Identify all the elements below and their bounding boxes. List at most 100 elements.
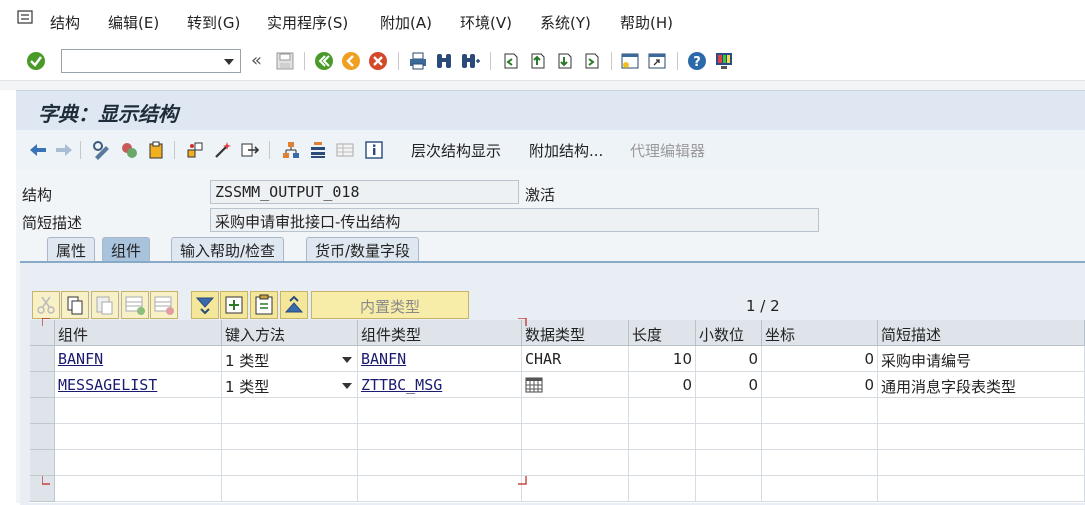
last-page-icon[interactable] [581, 51, 601, 71]
menu-icon[interactable] [17, 10, 33, 24]
table-cell-length[interactable]: 0 [629, 372, 696, 398]
column-header-decimals[interactable]: 小数位 [696, 320, 762, 346]
insert-row-button[interactable] [121, 291, 149, 319]
help-icon[interactable]: ? [687, 51, 707, 71]
arrow-left-icon[interactable] [28, 140, 48, 160]
table-cell-description[interactable]: 采购申请编号 [878, 346, 1085, 372]
check-icon[interactable] [26, 51, 46, 71]
object-list-icon[interactable] [186, 140, 206, 160]
menu-item-utilities[interactable]: 实用程序(S) [267, 12, 348, 33]
table-cell-decimals[interactable]: 0 [696, 346, 762, 372]
structure-icon[interactable] [308, 140, 328, 160]
empty-cell[interactable] [762, 476, 878, 502]
structure-label: 结构 [22, 186, 53, 204]
navigate-icon[interactable] [240, 140, 260, 160]
menu-item-help[interactable]: 帮助(H) [620, 12, 673, 33]
insert-field-button[interactable] [220, 291, 248, 319]
customize-layout-icon[interactable] [714, 51, 734, 71]
activate-icon[interactable] [119, 140, 139, 160]
empty-cell[interactable] [762, 450, 878, 476]
empty-cell[interactable] [629, 424, 696, 450]
delete-row-button[interactable] [150, 291, 178, 319]
chevron-down-icon[interactable] [224, 59, 234, 65]
hierarchy-display-button[interactable]: 层次结构显示 [411, 140, 501, 161]
empty-cell[interactable] [696, 398, 762, 424]
first-page-icon[interactable] [500, 51, 520, 71]
empty-cell[interactable] [762, 424, 878, 450]
empty-cell[interactable] [522, 398, 629, 424]
short-description-field[interactable]: 采购申请审批接口-传出结构 [210, 208, 819, 232]
display-change-icon[interactable] [92, 140, 112, 160]
find-icon[interactable] [434, 51, 454, 71]
info-icon[interactable] [364, 140, 384, 160]
empty-cell[interactable] [878, 450, 1085, 476]
collapse-button[interactable] [280, 291, 308, 319]
menu-item-edit[interactable]: 编辑(E) [108, 12, 159, 33]
tab-currency-quantity[interactable]: 货币/数量字段 [306, 237, 420, 261]
title-bar: 字典：显示结构 [16, 90, 1085, 131]
next-page-icon[interactable] [554, 51, 574, 71]
menu-item-goto[interactable]: 转到(G) [187, 12, 240, 33]
cancel-icon[interactable] [368, 51, 388, 71]
empty-cell[interactable] [629, 450, 696, 476]
empty-cell[interactable] [762, 398, 878, 424]
delete-field-button[interactable] [250, 291, 278, 319]
column-header-data-type[interactable]: 数据类型 [522, 320, 629, 346]
structure-name-field[interactable]: ZSSMM_OUTPUT_018 [210, 180, 519, 204]
menu-item-environment[interactable]: 环境(V) [460, 12, 512, 33]
paste-button[interactable] [91, 291, 119, 319]
prev-page-icon[interactable] [527, 51, 547, 71]
table-cell-coordinate[interactable]: 0 [762, 372, 878, 398]
back-icon[interactable] [314, 51, 334, 71]
table-cell-decimals[interactable]: 0 [696, 372, 762, 398]
command-field[interactable] [61, 49, 241, 73]
filter-button[interactable] [191, 291, 219, 319]
builtin-type-button[interactable]: 内置类型 [311, 291, 469, 319]
table-cell-coordinate[interactable]: 0 [762, 346, 878, 372]
table-cell-data-type[interactable] [522, 372, 629, 398]
new-session-icon[interactable] [620, 51, 640, 71]
table-cell-data-type[interactable]: CHAR [522, 346, 629, 372]
proxy-editor-button[interactable]: 代理编辑器 [630, 140, 705, 161]
tab-input-help-check[interactable]: 输入帮助/检查 [171, 237, 285, 261]
menu-item-structure[interactable]: 结构 [50, 12, 80, 33]
column-header-length[interactable]: 长度 [629, 320, 696, 346]
command-input[interactable] [65, 51, 219, 73]
table-cell-description[interactable]: 通用消息字段表类型 [878, 372, 1085, 398]
hierarchy-icon[interactable] [281, 140, 301, 160]
tab-components[interactable]: 组件 [102, 237, 151, 261]
shortcut-icon[interactable] [647, 51, 667, 71]
copy-button[interactable] [61, 291, 89, 319]
table-view-icon[interactable] [335, 140, 355, 160]
menu-item-system[interactable]: 系统(Y) [540, 12, 591, 33]
empty-cell[interactable] [629, 476, 696, 502]
short-description-label: 简短描述 [22, 214, 83, 232]
save-icon[interactable] [275, 51, 295, 71]
cut-button[interactable] [32, 291, 60, 319]
empty-cell[interactable] [696, 450, 762, 476]
print-icon[interactable] [408, 51, 428, 71]
empty-cell[interactable] [696, 424, 762, 450]
arrow-right-icon[interactable] [54, 140, 74, 160]
where-used-icon[interactable] [146, 140, 166, 160]
empty-cell[interactable] [522, 424, 629, 450]
magic-wand-icon[interactable] [213, 140, 233, 160]
toolbar-separator [80, 141, 81, 159]
empty-cell[interactable] [878, 476, 1085, 502]
tab-attributes[interactable]: 属性 [47, 237, 96, 261]
empty-cell[interactable] [522, 476, 629, 502]
column-header-short-description[interactable]: 简短描述 [878, 320, 1085, 346]
menu-item-extras[interactable]: 附加(A) [380, 12, 432, 33]
find-next-icon[interactable] [460, 51, 480, 71]
back-arrows-icon[interactable]: « [251, 50, 271, 71]
append-structure-button[interactable]: 附加结构... [529, 140, 603, 161]
table-cell-length[interactable]: 10 [629, 346, 696, 372]
empty-cell[interactable] [696, 476, 762, 502]
empty-cell[interactable] [629, 398, 696, 424]
scissors-icon [37, 296, 55, 314]
column-header-coordinate[interactable]: 坐标 [762, 320, 878, 346]
empty-cell[interactable] [878, 424, 1085, 450]
empty-cell[interactable] [522, 450, 629, 476]
empty-cell[interactable] [878, 398, 1085, 424]
exit-icon[interactable] [341, 51, 361, 71]
